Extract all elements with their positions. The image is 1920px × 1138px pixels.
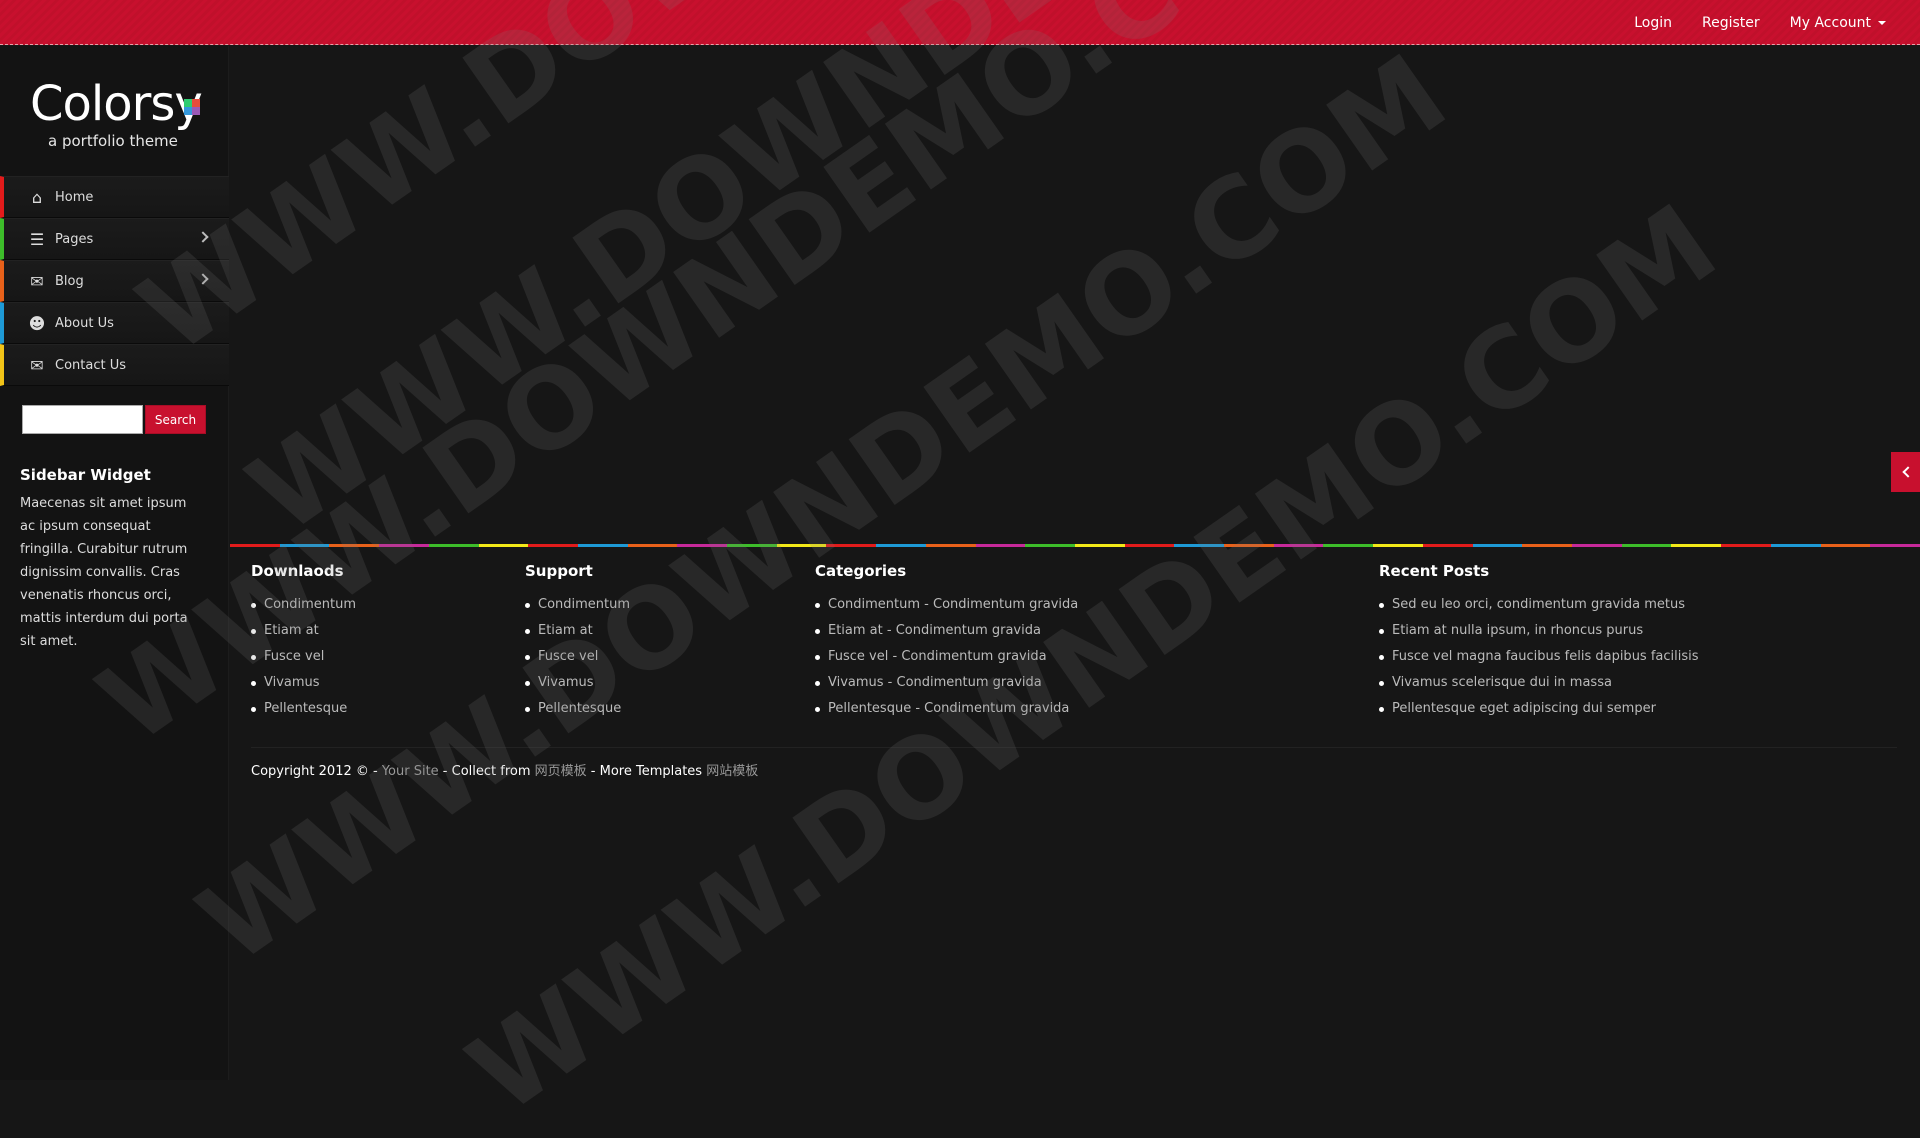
my-account-dropdown[interactable]: My Account: [1790, 15, 1886, 31]
copyright: Copyright 2012 © - Your Site - Collect f…: [251, 760, 758, 779]
copyright-more-link[interactable]: 网站模板: [706, 764, 758, 779]
footer-categories-list: Condimentum - Condimentum gravida Etiam a…: [815, 592, 1078, 722]
list-item[interactable]: Condimentum - Condimentum gravida: [815, 592, 1078, 618]
footer-support-title: Support: [525, 562, 593, 580]
list-icon: ☰: [29, 229, 45, 249]
sidebar-item-label: Contact Us: [55, 357, 126, 373]
search-form: Search: [22, 405, 206, 434]
list-item[interactable]: Vivamus: [525, 670, 630, 696]
footer-downloads-title: Downlaods: [251, 562, 344, 580]
list-item[interactable]: Etiam at: [251, 618, 356, 644]
chevron-right-icon: [197, 231, 209, 243]
sidebar-menu: ⌂ Home ☰ Pages ✉ Blog ☻ About Us ✉ Contact Us: [0, 176, 229, 386]
copyright-collect-link[interactable]: 网页模板: [535, 764, 587, 779]
watermark: WWW.DOWNDEMO.COM: [226, 0, 1519, 558]
footer-recent-posts-list: Sed eu leo orci, condimentum gravida met…: [1379, 592, 1699, 722]
logo[interactable]: Colorsy a portfolio theme: [30, 76, 210, 176]
footer-recent-posts: Recent Posts Sed eu leo orci, condimentu…: [1379, 562, 1699, 722]
footer-recent-posts-title: Recent Posts: [1379, 562, 1490, 580]
logo-squares-icon: [184, 99, 200, 115]
comments-icon: ✉: [30, 271, 44, 291]
sidebar-item-label: Blog: [55, 273, 84, 289]
envelope-icon: ✉: [30, 355, 44, 375]
list-item[interactable]: Etiam at: [525, 618, 630, 644]
sidebar-item-home[interactable]: ⌂ Home: [0, 176, 229, 218]
list-item[interactable]: Etiam at - Condimentum gravida: [815, 618, 1078, 644]
list-item[interactable]: Pellentesque: [251, 696, 356, 722]
list-item[interactable]: Vivamus - Condimentum gravida: [815, 670, 1078, 696]
sidebar-item-blog[interactable]: ✉ Blog: [0, 260, 229, 302]
my-account-label: My Account: [1789, 14, 1871, 31]
caret-down-icon: [1878, 20, 1886, 25]
sidebar-item-about-us[interactable]: ☻ About Us: [0, 302, 229, 344]
footer-support-list: Condimentum Etiam at Fusce vel Vivamus Pelle…: [525, 592, 630, 722]
list-item[interactable]: Vivamus scelerisque dui in massa: [1379, 670, 1699, 696]
sidebar-widget: Sidebar Widget Maecenas sit amet ipsum a…: [20, 466, 200, 653]
logo-name: Colorsy: [30, 76, 203, 132]
sidebar-item-label: About Us: [55, 315, 114, 331]
widget-title: Sidebar Widget: [20, 466, 151, 484]
chevron-left-icon: [1901, 466, 1914, 478]
footer-categories-title: Categories: [815, 562, 907, 580]
sidebar-item-contact-us[interactable]: ✉ Contact Us: [0, 344, 229, 386]
list-item[interactable]: Condimentum: [251, 592, 356, 618]
rainbow-divider: [230, 544, 1920, 547]
user-icon: ☻: [28, 313, 46, 333]
chevron-right-icon: [197, 273, 209, 285]
list-item[interactable]: Vivamus: [251, 670, 356, 696]
sidebar-item-pages[interactable]: ☰ Pages: [0, 218, 229, 260]
list-item[interactable]: Fusce vel: [525, 644, 630, 670]
footer-divider: [251, 747, 1897, 748]
register-link[interactable]: Register: [1702, 15, 1760, 31]
home-icon: ⌂: [31, 187, 43, 207]
list-item[interactable]: Fusce vel - Condimentum gravida: [815, 644, 1078, 670]
footer-categories: Categories Condimentum - Condimentum gra…: [815, 562, 1078, 722]
watermark: WWW.DOWNDEMO.COM: [176, 29, 1469, 988]
login-link[interactable]: Login: [1634, 15, 1672, 31]
sidebar-item-label: Pages: [55, 231, 94, 247]
sidebar-item-label: Home: [55, 189, 94, 205]
list-item[interactable]: Fusce vel magna faucibus felis dapibus f…: [1379, 644, 1699, 670]
footer-downloads: Downlaods Condimentum Etiam at Fusce vel Vi…: [251, 562, 356, 722]
top-nav: Login Register My Account: [1634, 0, 1886, 45]
top-bar: Login Register My Account: [0, 0, 1920, 45]
footer-downloads-list: Condimentum Etiam at Fusce vel Vivamus Pelle…: [251, 592, 356, 722]
copyright-site-link[interactable]: Your Site: [382, 764, 439, 779]
sidebar: Colorsy a portfolio theme ⌂ Home ☰ Pages ✉ Bl…: [0, 46, 229, 1080]
list-item[interactable]: Pellentesque eget adipiscing dui semper: [1379, 696, 1699, 722]
list-item[interactable]: Sed eu leo orci, condimentum gravida met…: [1379, 592, 1699, 618]
footer-support: Support Condimentum Etiam at Fusce vel Viva…: [525, 562, 630, 722]
widget-text: Maecenas sit amet ipsum ac ipsum consequ…: [20, 496, 188, 649]
copyright-collect: - Collect from: [438, 764, 535, 779]
search-input[interactable]: [22, 405, 143, 434]
watermark: WWW.DOWNDEMO.COM: [117, 0, 1409, 378]
search-button[interactable]: Search: [145, 405, 206, 434]
list-item[interactable]: Pellentesque: [525, 696, 630, 722]
list-item[interactable]: Etiam at nulla ipsum, in rhoncus purus: [1379, 618, 1699, 644]
list-item[interactable]: Fusce vel: [251, 644, 356, 670]
logo-tagline: a portfolio theme: [48, 132, 178, 150]
copyright-more: - More Templates: [586, 764, 707, 779]
list-item[interactable]: Pellentesque - Condimentum gravida: [815, 696, 1078, 722]
copyright-prefix: Copyright 2012 © -: [251, 764, 382, 779]
list-item[interactable]: Condimentum: [525, 592, 630, 618]
style-switcher-tab[interactable]: [1891, 452, 1920, 492]
